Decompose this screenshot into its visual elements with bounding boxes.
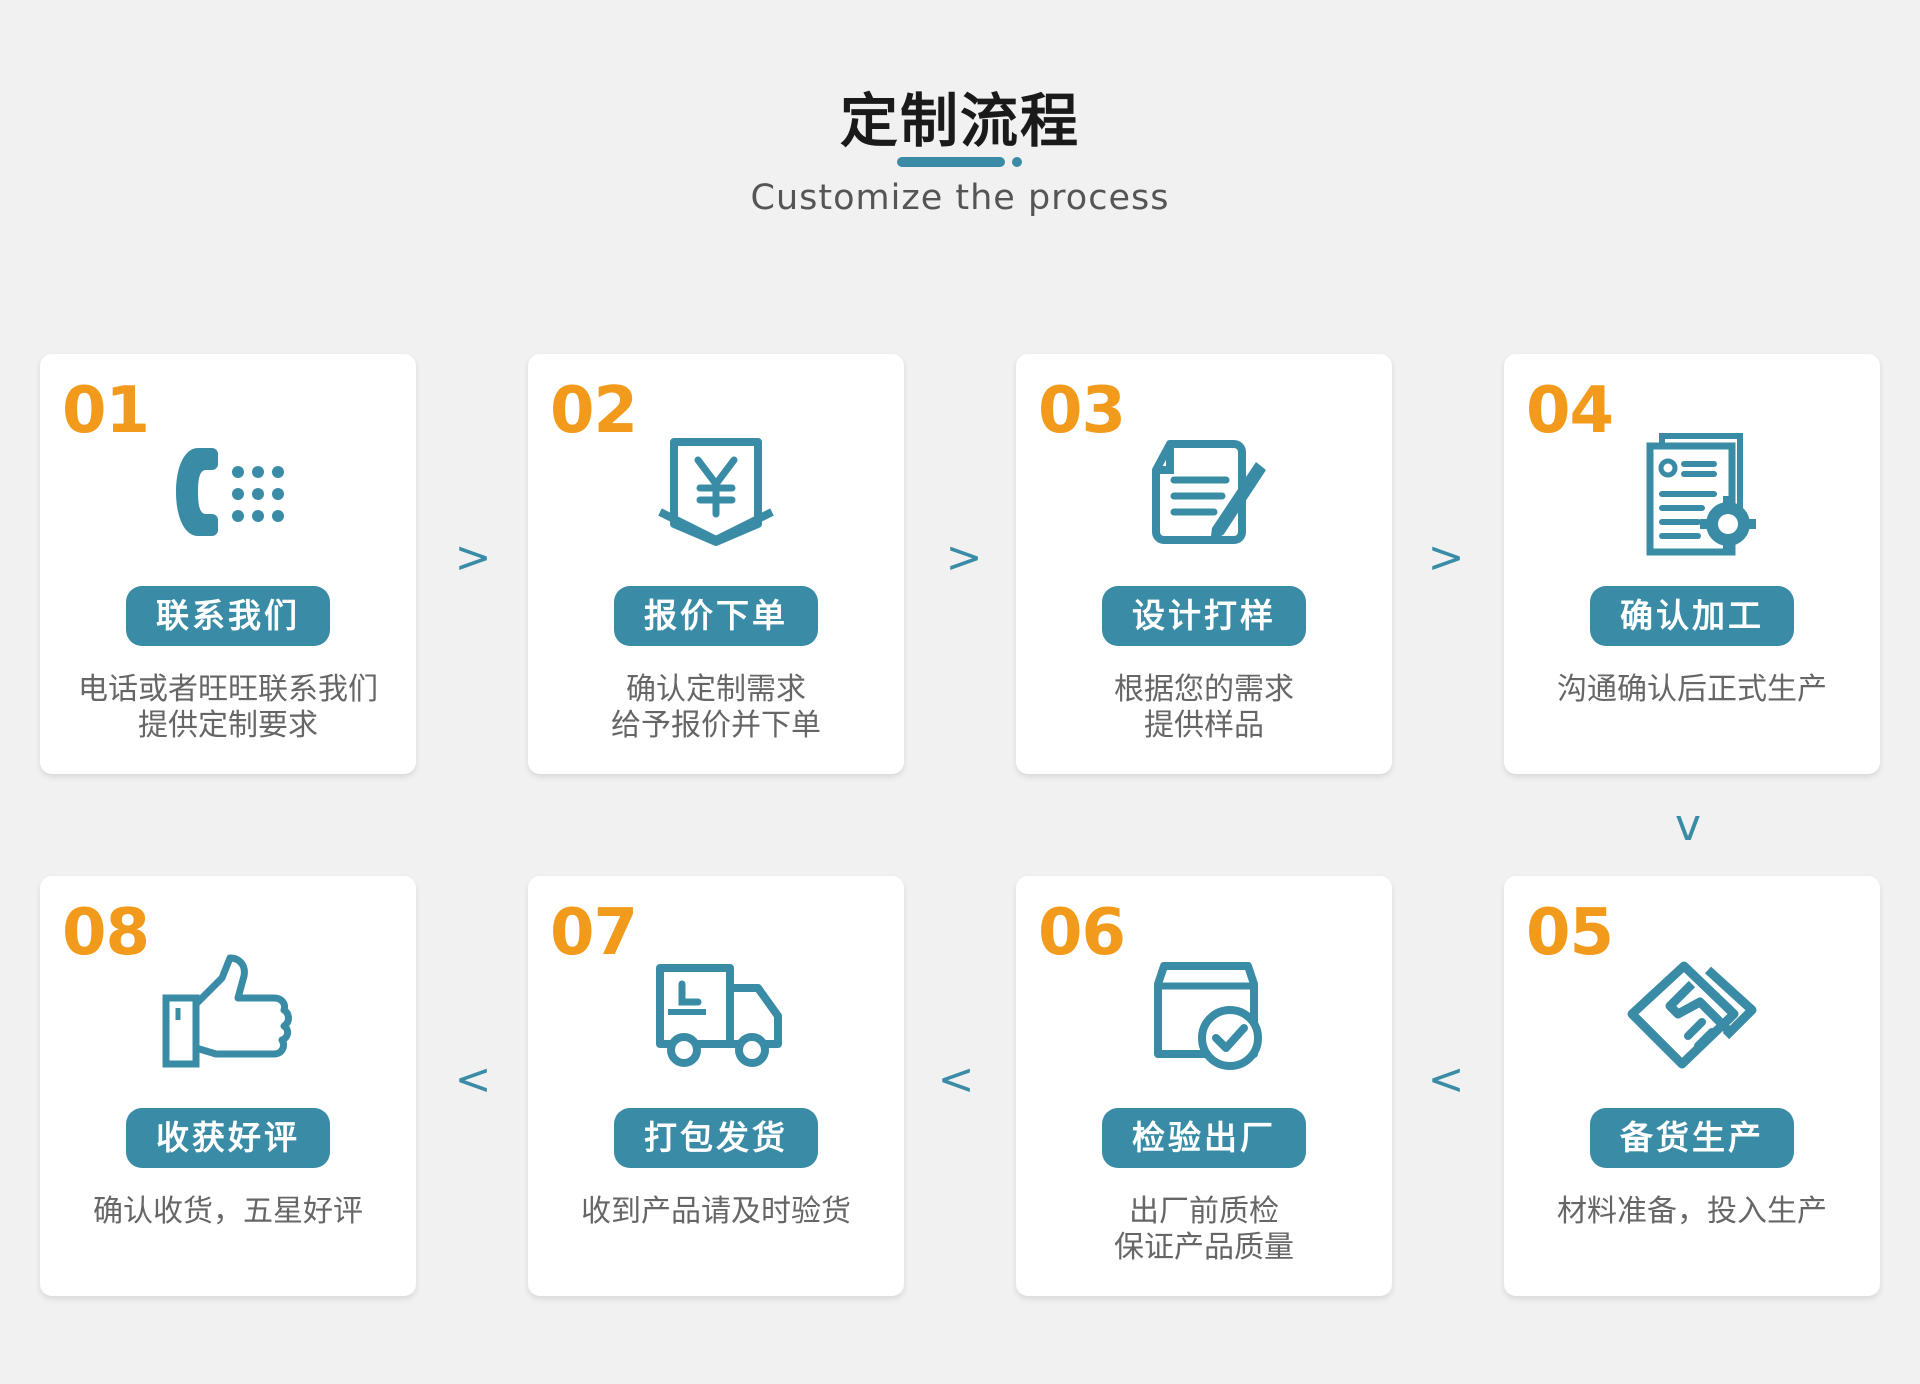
step-card-07: 07 打包发货 收到产品请及时验货 <box>528 876 904 1296</box>
step-description: 根据您的需求 提供样品 <box>1114 672 1294 743</box>
phone-icon <box>158 422 298 562</box>
step-card-01: 01 联系我们 电话或者旺旺联系我们 提供定制要求 <box>40 354 416 774</box>
arrow-right: > <box>454 532 492 583</box>
step-description: 确认定制需求 给予报价并下单 <box>611 672 821 743</box>
step-number: 03 <box>1038 374 1126 448</box>
step-number: 01 <box>62 374 150 448</box>
step-description: 电话或者旺旺联系我们 提供定制要求 <box>78 672 378 743</box>
step-number: 06 <box>1038 896 1126 970</box>
step-card-04: 04 确认加工 沟通确认后正式生产 <box>1504 354 1880 774</box>
step-description: 材料准备，投入生产 <box>1557 1194 1827 1229</box>
step-description: 确认收货，五星好评 <box>93 1194 363 1229</box>
step-label: 收获好评 <box>126 1108 330 1168</box>
thumbs-up-icon <box>158 944 298 1084</box>
step-description: 出厂前质检 保证产品质量 <box>1114 1194 1294 1265</box>
step-card-05: 05 备货生产 材料准备，投入生产 <box>1504 876 1880 1296</box>
step-number: 04 <box>1526 374 1614 448</box>
title-underline-dot <box>1012 157 1022 167</box>
step-label: 备货生产 <box>1590 1108 1794 1168</box>
step-label: 报价下单 <box>614 586 818 646</box>
title-underline <box>897 157 1005 167</box>
arrow-right: > <box>1427 532 1465 583</box>
step-label: 联系我们 <box>126 586 330 646</box>
document-pen-icon <box>1134 422 1274 562</box>
arrow-right: > <box>945 532 983 583</box>
document-gear-icon <box>1622 422 1762 562</box>
arrow-down: v <box>1674 800 1702 851</box>
handshake-icon <box>1622 944 1762 1084</box>
arrow-left: < <box>454 1054 492 1105</box>
step-card-02: 02 报价下单 确认定制需求 给予报价并下单 <box>528 354 904 774</box>
step-number: 05 <box>1526 896 1614 970</box>
step-description: 沟通确认后正式生产 <box>1557 672 1827 707</box>
truck-icon <box>646 944 786 1084</box>
arrow-left: < <box>1427 1054 1465 1105</box>
step-number: 07 <box>550 896 638 970</box>
step-description: 收到产品请及时验货 <box>581 1194 851 1229</box>
yen-icon <box>646 422 786 562</box>
step-number: 08 <box>62 896 150 970</box>
step-label: 打包发货 <box>614 1108 818 1168</box>
step-label: 确认加工 <box>1590 586 1794 646</box>
step-card-06: 06 检验出厂 出厂前质检 保证产品质量 <box>1016 876 1392 1296</box>
step-label: 检验出厂 <box>1102 1108 1306 1168</box>
page-title: 定制流程 <box>839 87 1080 155</box>
step-card-08: 08 收获好评 确认收货，五星好评 <box>40 876 416 1296</box>
step-number: 02 <box>550 374 638 448</box>
arrow-left: < <box>937 1054 975 1105</box>
step-label: 设计打样 <box>1102 586 1306 646</box>
page-subtitle: Customize the process <box>750 178 1170 218</box>
box-check-icon <box>1134 944 1274 1084</box>
step-card-03: 03 设计打样 根据您的需求 提供样品 <box>1016 354 1392 774</box>
